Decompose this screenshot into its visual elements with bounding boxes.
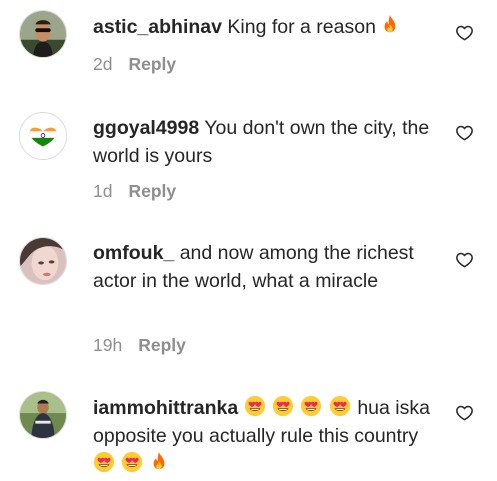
avatar[interactable]: [19, 237, 67, 285]
heart-eyes-emoji-icon: [244, 395, 266, 417]
heart-eyes-emoji-icon: [272, 395, 294, 417]
avatar[interactable]: [19, 391, 67, 439]
comment-meta: 1d Reply: [93, 179, 176, 203]
fire-icon: [381, 14, 399, 36]
heart-outline-icon: [455, 404, 474, 422]
comment-timestamp: 19h: [93, 335, 123, 355]
heart-eyes-emoji-icon: [121, 451, 143, 473]
comment-meta: 2d Reply: [93, 52, 176, 76]
heart-eyes-emoji-icon: [93, 451, 115, 473]
heart-outline-icon: [455, 124, 474, 142]
india-flag-heart-icon: [20, 113, 66, 159]
reply-button[interactable]: Reply: [128, 54, 176, 74]
comment-username[interactable]: ggoyal4998: [93, 117, 199, 139]
avatar[interactable]: [19, 112, 67, 160]
like-button[interactable]: [455, 24, 474, 42]
reply-button[interactable]: Reply: [128, 181, 176, 201]
like-button[interactable]: [455, 404, 474, 422]
like-button[interactable]: [455, 251, 474, 269]
comment-text: ggoyal4998 You don't own the city, the w…: [93, 114, 433, 170]
like-button[interactable]: [455, 124, 474, 142]
comment-body: King for a reason: [227, 16, 376, 38]
comment-meta: 19h Reply: [93, 333, 186, 357]
comment-username[interactable]: iammohittranka: [93, 397, 238, 419]
comment-username[interactable]: astic_abhinav: [93, 16, 222, 38]
avatar[interactable]: [19, 10, 67, 58]
comment-text: iammohittranka hua iska opposite you act…: [93, 394, 433, 478]
comment-text: omfouk_ and now among the richest actor …: [93, 239, 433, 295]
profile-photo-icon: [20, 238, 66, 284]
comment-timestamp: 2d: [93, 54, 113, 74]
profile-photo-icon: [20, 11, 66, 57]
reply-button[interactable]: Reply: [138, 335, 186, 355]
profile-photo-icon: [20, 392, 66, 438]
heart-outline-icon: [455, 251, 474, 269]
comment-timestamp: 1d: [93, 181, 113, 201]
heart-eyes-emoji-icon: [329, 395, 351, 417]
heart-outline-icon: [455, 24, 474, 42]
comment-username[interactable]: omfouk_: [93, 242, 174, 264]
comment-text: astic_abhinav King for a reason: [93, 13, 433, 41]
heart-eyes-emoji-icon: [300, 395, 322, 417]
fire-icon: [150, 451, 168, 473]
